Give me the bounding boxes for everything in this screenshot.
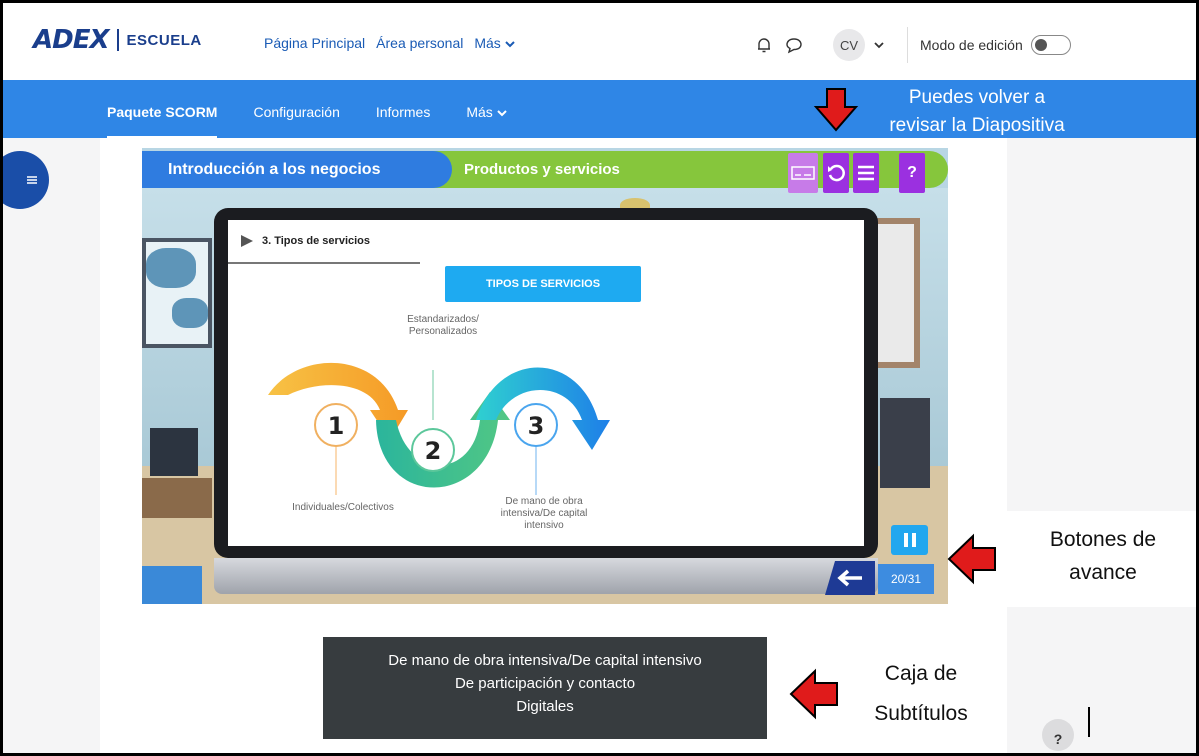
- nav-personal-link[interactable]: Área personal: [376, 35, 463, 51]
- pause-icon: [903, 533, 916, 547]
- nav-more-menu[interactable]: Más: [474, 35, 515, 51]
- scene-desk-left: [142, 478, 212, 518]
- step-number-2: 2: [425, 437, 442, 465]
- player-menu-button[interactable]: [853, 153, 879, 193]
- hamburger-icon: [858, 165, 874, 181]
- scene-monitor-right: [880, 398, 930, 488]
- bell-icon: [758, 38, 770, 53]
- nav-more-label: Más: [474, 35, 501, 51]
- monitor-stand: [214, 558, 878, 594]
- scene-map-shape: [146, 248, 196, 288]
- captions-button[interactable]: [788, 153, 818, 193]
- user-menu-chevron-icon[interactable]: [873, 39, 885, 51]
- course-title-header: Introducción a los negocios: [142, 151, 452, 188]
- red-arrow-left-icon: [947, 533, 996, 585]
- tab-paquete-scorm[interactable]: Paquete SCORM: [107, 104, 218, 139]
- chevron-down-icon: [496, 110, 507, 117]
- annotation-subtitles-box: Caja de Subtítulos: [845, 654, 997, 734]
- nav-home-link[interactable]: Página Principal: [264, 35, 365, 51]
- scene-chair: [142, 566, 202, 604]
- site-logo[interactable]: ADEX ESCUELA: [33, 25, 202, 55]
- edit-mode-control: Modo de edición: [920, 35, 1071, 55]
- captions-icon: [791, 166, 815, 180]
- slide-screen: 3. Tipos de servicios TIPOS DE SERVICIOS…: [228, 220, 864, 546]
- annotation-navigation-buttons: Botones de avance: [1023, 523, 1183, 589]
- edit-mode-toggle[interactable]: [1030, 35, 1071, 55]
- screenshot-frame: ADEX ESCUELA Página Principal Área perso…: [0, 0, 1199, 756]
- step-number-3: 3: [528, 412, 545, 440]
- secondary-nav: Paquete SCORM Configuración Informes Más: [107, 104, 543, 139]
- top-navbar: ADEX ESCUELA Página Principal Área perso…: [3, 3, 1196, 80]
- tipos-servicios-box: TIPOS DE SERVICIOS: [445, 266, 641, 302]
- subtitle-line-1: De mano de obra intensiva/De capital int…: [388, 652, 702, 669]
- step-number-1: 1: [328, 412, 345, 440]
- user-area: CV Modo de edición: [751, 27, 1071, 63]
- annotation-top-line1: Puedes volver a: [908, 87, 1046, 108]
- red-arrow-left-icon: [789, 668, 838, 720]
- slide-title-text: 3. Tipos de servicios: [262, 235, 371, 247]
- messages-button[interactable]: [781, 32, 807, 58]
- tab-mas-label: Más: [466, 104, 493, 120]
- replay-slide-button[interactable]: [823, 153, 849, 193]
- navbar-divider: [907, 27, 908, 63]
- slide-counter: 20/31: [878, 564, 934, 594]
- pause-button[interactable]: [891, 525, 928, 555]
- play-triangle-icon: [241, 235, 253, 247]
- replay-icon: [828, 164, 845, 182]
- left-gutter: [3, 138, 100, 753]
- chevron-down-icon: [504, 41, 515, 48]
- tab-informes[interactable]: Informes: [376, 104, 430, 120]
- right-gutter: [1007, 138, 1196, 753]
- services-wave-diagram: 1 2 3: [268, 362, 610, 495]
- slide-title-underline: [228, 262, 420, 264]
- player-help-button[interactable]: ?: [899, 153, 925, 193]
- user-avatar[interactable]: CV: [833, 29, 865, 61]
- annotation-sub-line1: Caja de: [884, 662, 958, 685]
- logo-divider: [116, 29, 119, 51]
- logo-main-text: ADEX: [33, 25, 110, 55]
- annotation-top-line2: revisar la Diapositiva: [889, 115, 1065, 136]
- subtitle-line-2: De participación y contacto: [454, 675, 636, 692]
- edit-mode-label: Modo de edición: [920, 37, 1023, 53]
- label-standardized: Estandarizados/ Personalizados: [407, 314, 479, 337]
- scene-map-shape: [172, 298, 208, 328]
- subtitles-box: De mano de obra intensiva/De capital int…: [323, 637, 767, 739]
- slide-title: 3. Tipos de servicios: [240, 234, 370, 248]
- chat-bubble-icon: [786, 38, 802, 54]
- scene-monitor-left: [150, 428, 198, 476]
- arrow-left-icon: [837, 569, 862, 587]
- annotation-right-line2: avance: [1069, 561, 1137, 584]
- notifications-button[interactable]: [751, 32, 777, 58]
- list-icon: [27, 176, 37, 184]
- subtitle-line-3: Digitales: [516, 698, 574, 715]
- slide-monitor: 3. Tipos de servicios TIPOS DE SERVICIOS…: [214, 208, 878, 558]
- primary-nav: Página Principal Área personal Más: [264, 35, 515, 51]
- annotation-review-slide: Puedes volver a revisar la Diapositiva: [861, 84, 1093, 140]
- footer-help-button[interactable]: ?: [1042, 719, 1074, 751]
- annotation-right-line1: Botones de: [1049, 528, 1157, 551]
- tab-configuracion[interactable]: Configuración: [253, 104, 339, 120]
- logo-sub-text: ESCUELA: [126, 31, 202, 49]
- tab-mas[interactable]: Más: [466, 104, 507, 120]
- text-cursor: [1088, 707, 1090, 737]
- annotation-sub-line2: Subtítulos: [874, 702, 968, 725]
- red-arrow-down-icon: [813, 88, 859, 132]
- scorm-player: Productos y servicios Introducción a los…: [142, 148, 948, 604]
